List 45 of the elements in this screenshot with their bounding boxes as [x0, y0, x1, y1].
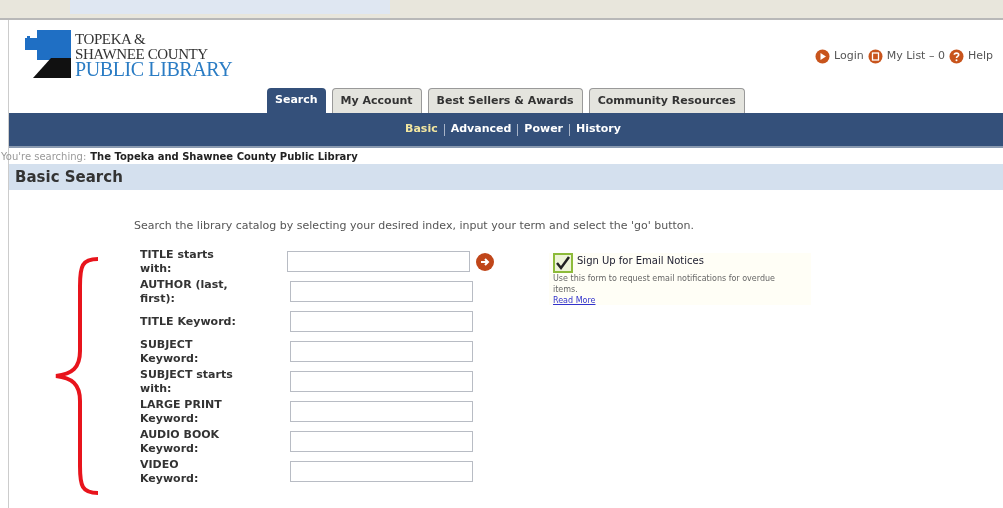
email-notice-text: Use this form to request email notifications for overdue items. [553, 272, 776, 295]
field-label: AUDIO BOOK Keyword: [140, 427, 221, 456]
field-label: TITLE Keyword: [140, 314, 237, 329]
section-header: Basic Search [9, 164, 1003, 190]
arrow-right-icon [479, 255, 492, 268]
library-logo[interactable]: TOPEKA & SHAWNEE COUNTY PUBLIC LIBRARY [23, 30, 233, 78]
nav-tab[interactable]: Community Resources [588, 88, 745, 113]
email-notice-title: Sign Up for Email Notices [577, 253, 704, 268]
play-circle-icon [815, 48, 830, 64]
field-label: TITLE starts with: [140, 247, 215, 276]
nav-tab[interactable]: Best Sellers & Awards [427, 88, 583, 113]
search-input[interactable] [290, 401, 473, 422]
subnav-link[interactable]: Basic [405, 121, 438, 138]
help-circle-icon [948, 48, 964, 64]
search-input[interactable] [290, 341, 473, 362]
nav-tab[interactable]: Search [267, 88, 326, 113]
subnav-link[interactable]: History [576, 121, 621, 138]
help-link[interactable]: Help [967, 48, 993, 65]
search-input[interactable] [290, 281, 473, 302]
search-input[interactable] [287, 251, 471, 272]
search-input[interactable] [290, 311, 473, 332]
instructions-text: Search the library catalog by selecting your desired index, input your term and select the 'go' button. [134, 218, 695, 234]
logo-text: SHAWNEE COUNTY [75, 46, 209, 62]
login-link[interactable]: Login [834, 48, 864, 65]
subnav-link[interactable]: Advanced [450, 121, 512, 138]
checkmark-icon [553, 252, 573, 273]
search-input[interactable] [290, 461, 473, 482]
searching-library: The Topeka and Shawnee County Public Library [90, 149, 358, 164]
searching-label: You're searching: [1, 149, 87, 164]
my-list-link[interactable]: My List – 0 [886, 48, 945, 65]
search-input[interactable] [290, 431, 473, 452]
field-label: LARGE PRINT Keyword: [140, 397, 223, 426]
subnav-link[interactable]: Power [524, 121, 564, 138]
field-label: SUBJECT Keyword: [140, 337, 200, 366]
list-circle-icon [867, 48, 883, 64]
go-button[interactable] [476, 252, 494, 271]
read-more-link[interactable]: Read More [553, 295, 596, 305]
search-input[interactable] [290, 371, 473, 392]
nav-tab[interactable]: My Account [331, 88, 422, 113]
field-label: AUTHOR (last, first): [140, 277, 229, 306]
field-label: VIDEO Keyword: [140, 457, 200, 486]
logo-text: TOPEKA & [75, 31, 147, 47]
logo-text: PUBLIC LIBRARY [75, 61, 233, 77]
logo-mark-icon [23, 30, 71, 78]
field-label: SUBJECT starts with: [140, 367, 234, 396]
